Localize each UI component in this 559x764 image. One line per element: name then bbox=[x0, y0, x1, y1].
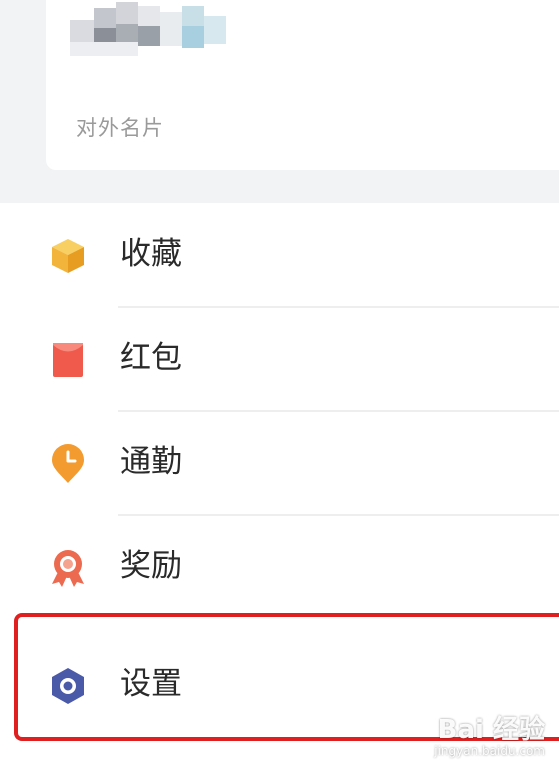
watermark-brand: Bai 经验 bbox=[437, 715, 545, 745]
card-link-external-business-card[interactable]: 对外名片 bbox=[76, 112, 164, 142]
profile-card: 对外名片 bbox=[46, 0, 559, 170]
baidu-jingyan-watermark: Bai 经验 jingyan.baidu.com bbox=[434, 716, 545, 758]
blurred-name-avatar bbox=[70, 2, 230, 62]
red-envelope-icon bbox=[48, 340, 88, 380]
menu-item-favorites[interactable]: 收藏 bbox=[0, 203, 559, 307]
clock-pin-icon bbox=[48, 444, 88, 484]
medal-icon bbox=[48, 548, 88, 588]
menu-item-red-packet[interactable]: 红包 bbox=[0, 307, 559, 411]
menu-item-label: 奖励 bbox=[120, 548, 182, 584]
menu-item-rewards[interactable]: 奖励 bbox=[0, 515, 559, 619]
cube-icon bbox=[48, 236, 88, 276]
menu-item-label: 通勤 bbox=[120, 444, 182, 480]
menu-item-label: 收藏 bbox=[120, 236, 182, 272]
menu-item-label: 红包 bbox=[120, 340, 182, 376]
menu-item-commute[interactable]: 通勤 bbox=[0, 411, 559, 515]
watermark-url: jingyan.baidu.com bbox=[434, 744, 545, 758]
